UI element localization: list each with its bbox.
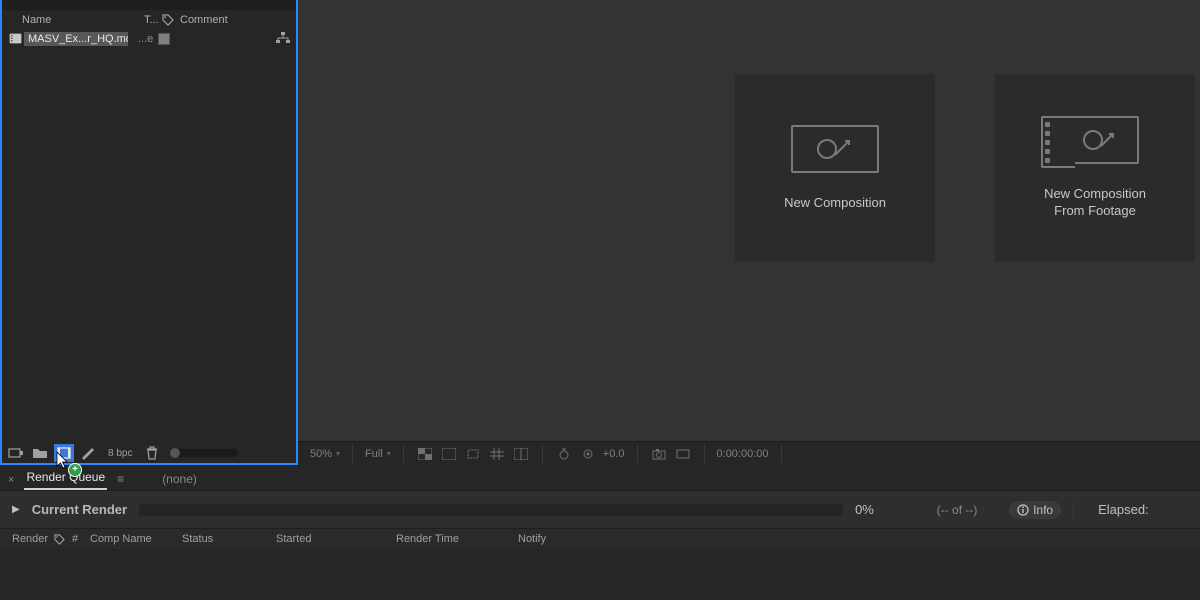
close-panel-icon[interactable]: ×	[8, 474, 14, 490]
current-render-label: Current Render	[32, 502, 127, 517]
grid-icon[interactable]	[488, 446, 506, 462]
bit-depth-button[interactable]: 8 bpc	[102, 448, 138, 459]
column-started[interactable]: Started	[276, 533, 396, 545]
column-notify[interactable]: Notify	[518, 533, 546, 545]
project-footer: 8 bpc +	[2, 443, 296, 463]
tag-icon[interactable]	[54, 534, 72, 545]
chevron-down-icon: ▾	[387, 449, 391, 458]
resolution-dropdown[interactable]: Full▾	[365, 448, 391, 460]
column-type[interactable]: T...	[144, 14, 162, 26]
composition-viewer: New Composition New CompositionFrom Foot…	[298, 0, 1200, 465]
card-label: New Composition	[784, 195, 886, 212]
tag-icon[interactable]	[162, 14, 180, 26]
project-column-header: Name T... Comment	[2, 10, 296, 30]
column-render[interactable]: Render	[12, 533, 54, 545]
stopwatch-icon[interactable]	[555, 446, 573, 462]
exposure-value[interactable]: +0.0	[603, 448, 625, 460]
exposure-reset-icon[interactable]	[579, 446, 597, 462]
column-status[interactable]: Status	[182, 533, 276, 545]
interpret-footage-icon[interactable]	[6, 444, 26, 462]
column-render-time[interactable]: Render Time	[396, 533, 518, 545]
project-settings-icon[interactable]	[78, 444, 98, 462]
label-swatch[interactable]	[158, 33, 170, 45]
project-item-row[interactable]: MASV_Ex...r_HQ.mov ...e	[2, 30, 296, 47]
twirl-icon[interactable]: ▶	[12, 504, 20, 515]
render-progress-bar	[139, 504, 843, 516]
project-item-name[interactable]: MASV_Ex...r_HQ.mov	[24, 32, 128, 46]
column-comment[interactable]: Comment	[180, 14, 228, 26]
render-queue-columns: Render # Comp Name Status Started Render…	[0, 529, 1200, 549]
render-percent: 0%	[855, 502, 905, 517]
mask-visibility-icon[interactable]	[440, 446, 458, 462]
new-composition-from-footage-card[interactable]: New CompositionFrom Footage	[995, 74, 1195, 262]
flowchart-icon[interactable]	[276, 32, 290, 44]
tab-render-queue[interactable]: Render Queue	[24, 466, 107, 490]
composition-icon	[791, 125, 879, 173]
region-of-interest-icon[interactable]	[464, 446, 482, 462]
new-composition-card[interactable]: New Composition	[735, 74, 935, 262]
composition-from-footage-icon	[1051, 116, 1139, 164]
column-number[interactable]: #	[72, 533, 90, 545]
column-name[interactable]: Name	[22, 14, 144, 26]
elapsed-label: Elapsed:	[1098, 502, 1149, 517]
new-composition-icon[interactable]	[54, 444, 74, 462]
thumbnail-size-slider[interactable]	[170, 449, 238, 457]
snapshot-icon[interactable]	[650, 446, 668, 462]
column-comp-name[interactable]: Comp Name	[90, 533, 182, 545]
render-queue-panel: × Render Queue ≡ (none) ▶ Current Render…	[0, 465, 1200, 600]
trash-icon[interactable]	[142, 444, 162, 462]
render-queue-body[interactable]	[0, 549, 1200, 600]
transparency-grid-icon[interactable]	[416, 446, 434, 462]
card-label: New CompositionFrom Footage	[1044, 186, 1146, 220]
render-frames: (-- of --)	[917, 503, 997, 517]
viewer-footer: 50%▾ Full▾ +0.0	[298, 441, 1200, 465]
movie-file-icon	[8, 32, 22, 46]
guides-icon[interactable]	[512, 446, 530, 462]
project-panel[interactable]: Name T... Comment MASV_Ex...r_HQ.mov ...…	[0, 0, 298, 465]
chevron-down-icon: ▾	[336, 449, 340, 458]
info-button[interactable]: Info	[1009, 501, 1061, 519]
active-comp-label: (none)	[162, 472, 197, 490]
zoom-dropdown[interactable]: 50%▾	[310, 448, 340, 460]
info-icon	[1017, 504, 1029, 516]
project-item-type: ...e	[138, 33, 156, 45]
timecode[interactable]: 0:00:00:00	[717, 448, 769, 460]
show-snapshot-icon[interactable]	[674, 446, 692, 462]
new-folder-icon[interactable]	[30, 444, 50, 462]
panel-menu-icon[interactable]: ≡	[117, 472, 124, 490]
